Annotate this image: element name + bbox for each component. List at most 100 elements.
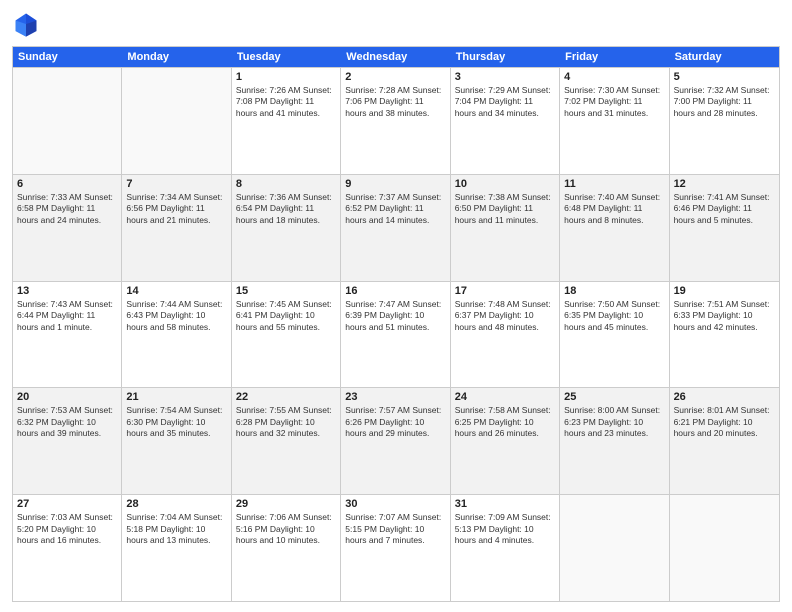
day-number: 2 xyxy=(345,71,445,83)
calendar-cell: 2 Sunrise: 7:28 AM Sunset: 7:06 PM Daylig… xyxy=(341,68,450,174)
day-info: Sunrise: 8:01 AM Sunset: 6:21 PM Dayligh… xyxy=(674,405,775,439)
day-info: Sunrise: 7:57 AM Sunset: 6:26 PM Dayligh… xyxy=(345,405,445,439)
day-number: 13 xyxy=(17,285,117,297)
calendar-header: SundayMondayTuesdayWednesdayThursdayFrid… xyxy=(13,47,779,67)
day-info: Sunrise: 7:50 AM Sunset: 6:35 PM Dayligh… xyxy=(564,299,664,333)
day-info: Sunrise: 7:34 AM Sunset: 6:56 PM Dayligh… xyxy=(126,192,226,226)
calendar-cell: 19 Sunrise: 7:51 AM Sunset: 6:33 PM Dayli… xyxy=(670,282,779,388)
day-info: Sunrise: 7:51 AM Sunset: 6:33 PM Dayligh… xyxy=(674,299,775,333)
day-number: 15 xyxy=(236,285,336,297)
day-number: 28 xyxy=(126,498,226,510)
day-info: Sunrise: 7:47 AM Sunset: 6:39 PM Dayligh… xyxy=(345,299,445,333)
calendar-cell: 6 Sunrise: 7:33 AM Sunset: 6:58 PM Daylig… xyxy=(13,175,122,281)
day-info: Sunrise: 7:54 AM Sunset: 6:30 PM Dayligh… xyxy=(126,405,226,439)
calendar-cell xyxy=(670,495,779,601)
calendar-cell: 12 Sunrise: 7:41 AM Sunset: 6:46 PM Dayli… xyxy=(670,175,779,281)
header xyxy=(12,10,780,38)
day-info: Sunrise: 7:53 AM Sunset: 6:32 PM Dayligh… xyxy=(17,405,117,439)
day-number: 24 xyxy=(455,391,555,403)
day-info: Sunrise: 7:45 AM Sunset: 6:41 PM Dayligh… xyxy=(236,299,336,333)
day-info: Sunrise: 7:36 AM Sunset: 6:54 PM Dayligh… xyxy=(236,192,336,226)
day-number: 10 xyxy=(455,178,555,190)
day-info: Sunrise: 7:30 AM Sunset: 7:02 PM Dayligh… xyxy=(564,85,664,119)
day-info: Sunrise: 8:00 AM Sunset: 6:23 PM Dayligh… xyxy=(564,405,664,439)
day-info: Sunrise: 7:37 AM Sunset: 6:52 PM Dayligh… xyxy=(345,192,445,226)
day-number: 12 xyxy=(674,178,775,190)
logo-icon xyxy=(12,10,40,38)
day-number: 5 xyxy=(674,71,775,83)
calendar-cell: 11 Sunrise: 7:40 AM Sunset: 6:48 PM Dayli… xyxy=(560,175,669,281)
day-number: 3 xyxy=(455,71,555,83)
day-info: Sunrise: 7:55 AM Sunset: 6:28 PM Dayligh… xyxy=(236,405,336,439)
day-info: Sunrise: 7:41 AM Sunset: 6:46 PM Dayligh… xyxy=(674,192,775,226)
calendar-cell: 30Sunrise: 7:07 AM Sunset: 5:15 PM Dayli… xyxy=(341,495,450,601)
day-info: Sunrise: 7:58 AM Sunset: 6:25 PM Dayligh… xyxy=(455,405,555,439)
calendar-cell: 5 Sunrise: 7:32 AM Sunset: 7:00 PM Daylig… xyxy=(670,68,779,174)
calendar-cell: 13 Sunrise: 7:43 AM Sunset: 6:44 PM Dayli… xyxy=(13,282,122,388)
day-number: 29 xyxy=(236,498,336,510)
calendar-day-header: Monday xyxy=(122,47,231,67)
day-number: 7 xyxy=(126,178,226,190)
calendar-day-header: Friday xyxy=(560,47,669,67)
day-number: 20 xyxy=(17,391,117,403)
logo xyxy=(12,10,44,38)
calendar-cell: 16Sunrise: 7:47 AM Sunset: 6:39 PM Dayli… xyxy=(341,282,450,388)
calendar-cell: 10 Sunrise: 7:38 AM Sunset: 6:50 PM Dayli… xyxy=(451,175,560,281)
day-info: Sunrise: 7:07 AM Sunset: 5:15 PM Dayligh… xyxy=(345,512,445,546)
day-number: 21 xyxy=(126,391,226,403)
calendar-cell: 15 Sunrise: 7:45 AM Sunset: 6:41 PM Dayli… xyxy=(232,282,341,388)
calendar-day-header: Saturday xyxy=(670,47,779,67)
day-number: 22 xyxy=(236,391,336,403)
day-number: 31 xyxy=(455,498,555,510)
day-info: Sunrise: 7:43 AM Sunset: 6:44 PM Dayligh… xyxy=(17,299,117,333)
day-number: 6 xyxy=(17,178,117,190)
calendar-cell: 18 Sunrise: 7:50 AM Sunset: 6:35 PM Dayli… xyxy=(560,282,669,388)
calendar-day-header: Sunday xyxy=(13,47,122,67)
calendar-row: 1 Sunrise: 7:26 AM Sunset: 7:08 PM Daylig… xyxy=(13,67,779,174)
calendar-cell: 8 Sunrise: 7:36 AM Sunset: 6:54 PM Daylig… xyxy=(232,175,341,281)
calendar-cell: 21 Sunrise: 7:54 AM Sunset: 6:30 PM Dayli… xyxy=(122,388,231,494)
day-info: Sunrise: 7:06 AM Sunset: 5:16 PM Dayligh… xyxy=(236,512,336,546)
calendar-cell: 26 Sunrise: 8:01 AM Sunset: 6:21 PM Dayli… xyxy=(670,388,779,494)
calendar-cell: 1 Sunrise: 7:26 AM Sunset: 7:08 PM Daylig… xyxy=(232,68,341,174)
day-number: 1 xyxy=(236,71,336,83)
calendar-cell: 27Sunrise: 7:03 AM Sunset: 5:20 PM Dayli… xyxy=(13,495,122,601)
day-number: 26 xyxy=(674,391,775,403)
calendar-cell xyxy=(122,68,231,174)
day-number: 11 xyxy=(564,178,664,190)
calendar-cell: 9Sunrise: 7:37 AM Sunset: 6:52 PM Daylig… xyxy=(341,175,450,281)
calendar-day-header: Wednesday xyxy=(341,47,450,67)
day-number: 8 xyxy=(236,178,336,190)
page: SundayMondayTuesdayWednesdayThursdayFrid… xyxy=(0,0,792,612)
day-info: Sunrise: 7:32 AM Sunset: 7:00 PM Dayligh… xyxy=(674,85,775,119)
calendar-cell: 25 Sunrise: 8:00 AM Sunset: 6:23 PM Dayli… xyxy=(560,388,669,494)
calendar-cell xyxy=(13,68,122,174)
day-info: Sunrise: 7:48 AM Sunset: 6:37 PM Dayligh… xyxy=(455,299,555,333)
day-info: Sunrise: 7:33 AM Sunset: 6:58 PM Dayligh… xyxy=(17,192,117,226)
day-number: 4 xyxy=(564,71,664,83)
day-number: 17 xyxy=(455,285,555,297)
calendar: SundayMondayTuesdayWednesdayThursdayFrid… xyxy=(12,46,780,602)
day-info: Sunrise: 7:38 AM Sunset: 6:50 PM Dayligh… xyxy=(455,192,555,226)
day-info: Sunrise: 7:04 AM Sunset: 5:18 PM Dayligh… xyxy=(126,512,226,546)
day-number: 23 xyxy=(345,391,445,403)
calendar-day-header: Tuesday xyxy=(232,47,341,67)
day-info: Sunrise: 7:26 AM Sunset: 7:08 PM Dayligh… xyxy=(236,85,336,119)
day-number: 19 xyxy=(674,285,775,297)
calendar-cell: 28 Sunrise: 7:04 AM Sunset: 5:18 PM Dayli… xyxy=(122,495,231,601)
calendar-cell: 24 Sunrise: 7:58 AM Sunset: 6:25 PM Dayli… xyxy=(451,388,560,494)
day-number: 18 xyxy=(564,285,664,297)
calendar-cell: 22 Sunrise: 7:55 AM Sunset: 6:28 PM Dayli… xyxy=(232,388,341,494)
day-info: Sunrise: 7:40 AM Sunset: 6:48 PM Dayligh… xyxy=(564,192,664,226)
calendar-cell: 3 Sunrise: 7:29 AM Sunset: 7:04 PM Daylig… xyxy=(451,68,560,174)
calendar-cell: 23 Sunrise: 7:57 AM Sunset: 6:26 PM Dayli… xyxy=(341,388,450,494)
day-number: 25 xyxy=(564,391,664,403)
day-info: Sunrise: 7:28 AM Sunset: 7:06 PM Dayligh… xyxy=(345,85,445,119)
calendar-cell: 29 Sunrise: 7:06 AM Sunset: 5:16 PM Dayli… xyxy=(232,495,341,601)
day-number: 27 xyxy=(17,498,117,510)
calendar-cell xyxy=(560,495,669,601)
day-info: Sunrise: 7:29 AM Sunset: 7:04 PM Dayligh… xyxy=(455,85,555,119)
day-info: Sunrise: 7:09 AM Sunset: 5:13 PM Dayligh… xyxy=(455,512,555,546)
calendar-cell: 31 Sunrise: 7:09 AM Sunset: 5:13 PM Dayli… xyxy=(451,495,560,601)
day-number: 14 xyxy=(126,285,226,297)
